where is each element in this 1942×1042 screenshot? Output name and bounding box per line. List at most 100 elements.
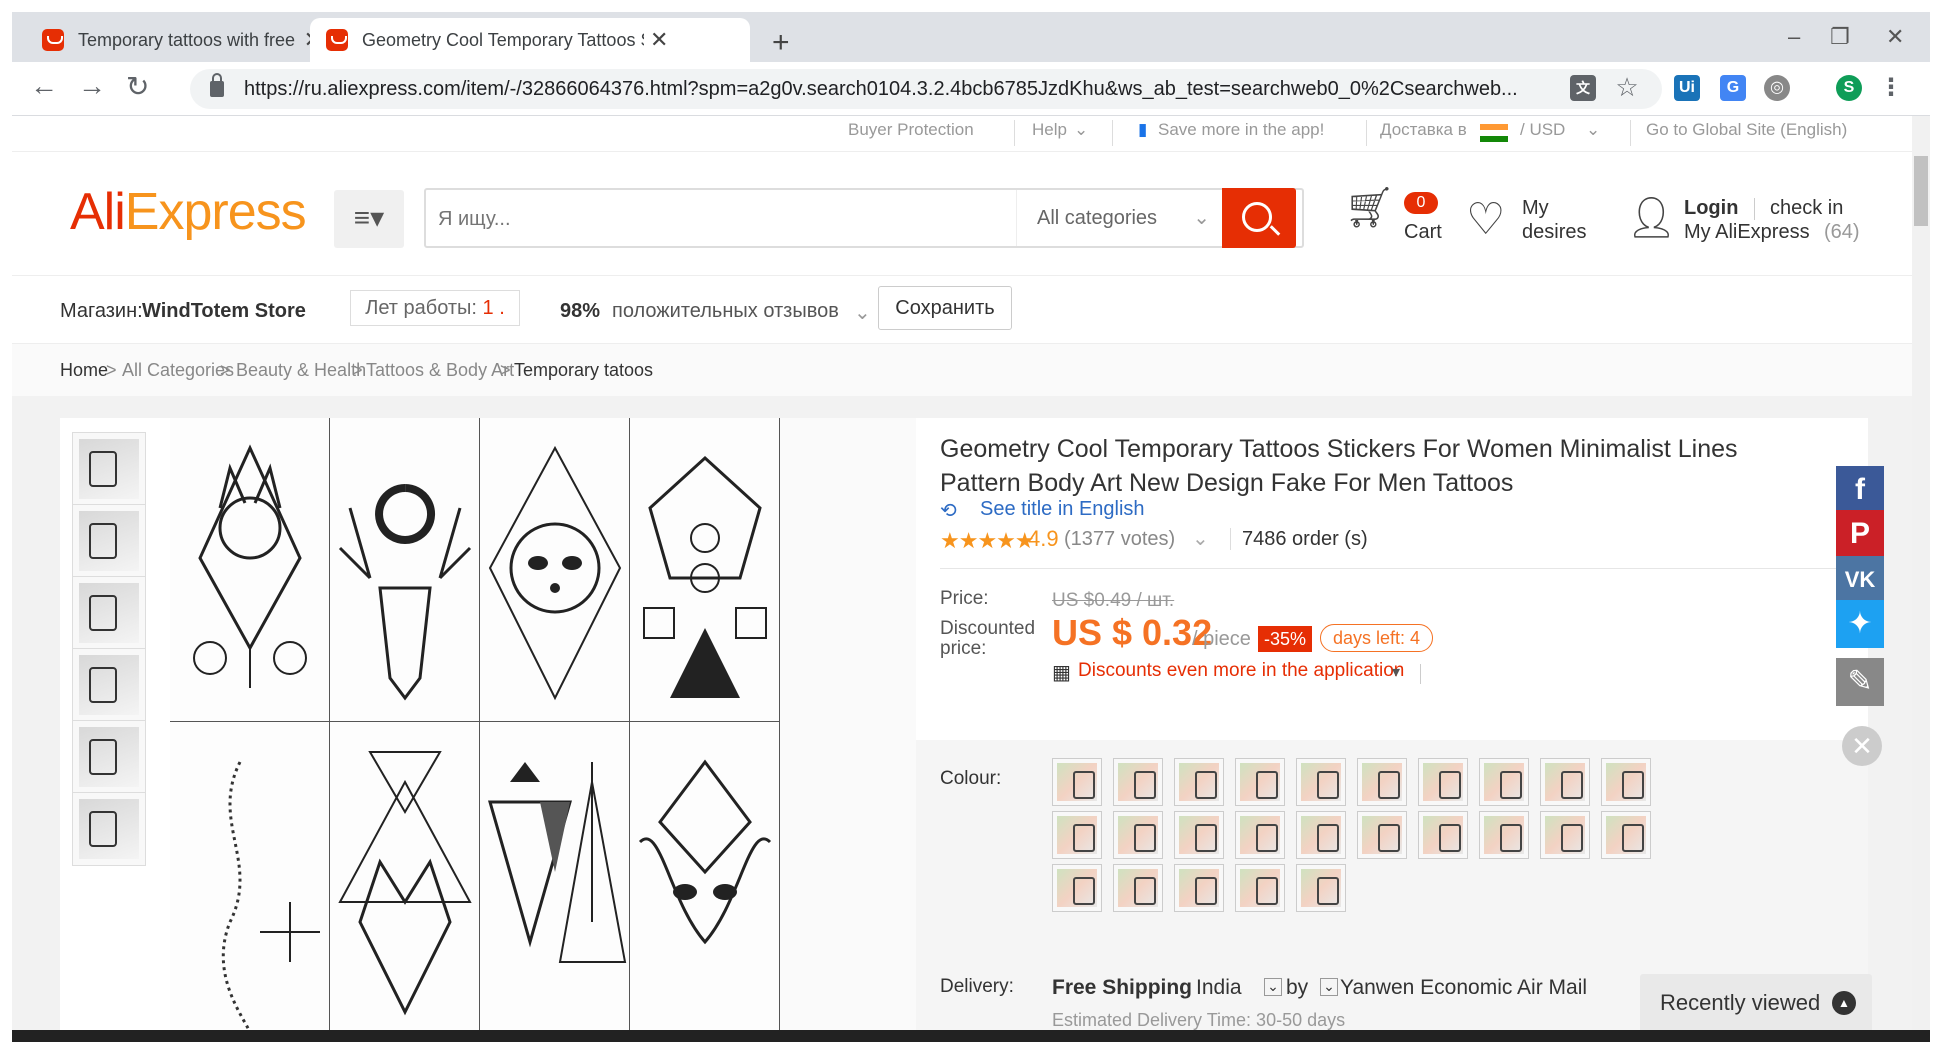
colour-swatch[interactable]	[1479, 811, 1529, 859]
translate-icon[interactable]: 文	[1570, 75, 1596, 101]
colour-swatch[interactable]	[1235, 811, 1285, 859]
login-link[interactable]: Login	[1684, 196, 1738, 220]
menu-dots-icon[interactable]: ⋮	[1878, 75, 1904, 101]
cart-icon[interactable]: 🛒︎	[1344, 188, 1395, 228]
delivery-label: Delivery:	[940, 976, 1014, 997]
breadcrumb-tattoos[interactable]: Tattoos & Body Art	[366, 360, 514, 381]
restore-icon[interactable]: ❐	[1830, 24, 1850, 50]
tattoo-geometry-image	[630, 418, 780, 722]
colour-swatch[interactable]	[1113, 864, 1163, 912]
colour-swatch[interactable]	[1296, 811, 1346, 859]
profile-avatar[interactable]: S	[1836, 75, 1862, 101]
positive-feedback-text[interactable]: положительных отзывов	[612, 300, 839, 323]
store-name-link[interactable]: WindTotem Store	[142, 300, 306, 323]
gallery-thumbnail[interactable]	[72, 792, 146, 866]
vk-share-icon[interactable]: VK	[1836, 556, 1884, 604]
close-tab-icon[interactable]: ✕	[650, 27, 668, 53]
colour-swatch[interactable]	[1601, 758, 1651, 806]
aliexpress-logo[interactable]: AliExpress	[70, 182, 307, 242]
colour-swatch[interactable]	[1052, 758, 1102, 806]
uipath-extension-icon[interactable]: Ui	[1674, 75, 1700, 101]
edit-pencil-icon[interactable]: ✎	[1836, 658, 1884, 706]
colour-swatch[interactable]	[1174, 864, 1224, 912]
close-window-icon[interactable]: ✕	[1886, 24, 1904, 50]
colour-swatch[interactable]	[1113, 811, 1163, 859]
colour-swatch[interactable]	[1540, 811, 1590, 859]
colour-swatch[interactable]	[1540, 758, 1590, 806]
app-discount-link[interactable]: Discounts even more in the application	[1078, 660, 1404, 682]
discounted-price-label-1: Discounted	[940, 618, 1036, 639]
colour-swatch[interactable]	[1235, 758, 1285, 806]
gallery-thumbnail[interactable]	[72, 576, 146, 650]
chevron-down-icon[interactable]: ⌄	[1264, 978, 1282, 996]
page-scrollbar[interactable]	[1912, 116, 1930, 1032]
wishlist-label-1[interactable]: My	[1522, 196, 1549, 220]
colour-swatch[interactable]	[1052, 811, 1102, 859]
colour-swatch[interactable]	[1296, 758, 1346, 806]
save-store-button[interactable]: Сохранить	[878, 286, 1012, 330]
shipping-country-select[interactable]: India	[1196, 976, 1242, 1000]
votes-link[interactable]: (1377 votes)	[1064, 528, 1175, 551]
back-icon[interactable]: ←	[30, 70, 58, 102]
minimize-icon[interactable]: –	[1788, 24, 1800, 50]
app-link[interactable]: Save more in the app!	[1158, 120, 1324, 140]
breadcrumb-all-categories[interactable]: All Categories	[122, 360, 234, 381]
colour-swatch[interactable]	[1174, 811, 1224, 859]
shipping-carrier-select[interactable]: Yanwen Economic Air Mail	[1340, 976, 1587, 1000]
global-site-link[interactable]: Go to Global Site (English)	[1646, 120, 1847, 140]
colour-swatch[interactable]	[1357, 758, 1407, 806]
colour-swatch[interactable]	[1174, 758, 1224, 806]
delivery-label[interactable]: Доставка в	[1380, 120, 1467, 140]
tattoo-skull-image	[630, 722, 780, 1032]
colour-swatch[interactable]	[1357, 811, 1407, 859]
scrollbar-thumb[interactable]	[1914, 156, 1928, 226]
colour-swatch[interactable]	[1418, 758, 1468, 806]
gallery-thumbnail[interactable]	[72, 648, 146, 722]
facebook-share-icon[interactable]: f	[1836, 466, 1884, 514]
gallery-thumbnail[interactable]	[72, 432, 146, 506]
cart-label[interactable]: Cart	[1404, 220, 1442, 244]
discount-badge: -35%	[1258, 626, 1313, 652]
user-icon[interactable]: 👤︎	[1626, 196, 1677, 240]
pinterest-share-icon[interactable]: P	[1836, 510, 1884, 558]
breadcrumb-beauty-health[interactable]: Beauty & Health	[236, 360, 366, 381]
search-input[interactable]	[438, 204, 998, 234]
wishlist-label-2[interactable]: desires	[1522, 220, 1586, 244]
new-tab-icon[interactable]: +	[772, 26, 790, 60]
breadcrumb-home[interactable]: Home	[60, 360, 108, 381]
colour-swatch[interactable]	[1601, 811, 1651, 859]
google-translate-icon[interactable]: G	[1720, 75, 1746, 101]
gallery-thumbnail[interactable]	[72, 504, 146, 578]
forward-icon[interactable]: →	[78, 70, 106, 102]
reload-icon[interactable]: ↻	[126, 70, 149, 103]
register-link[interactable]: check in	[1770, 196, 1843, 220]
recently-viewed-button[interactable]: Recently viewed ▲	[1640, 974, 1872, 1032]
top-strip: Buyer Protection Help ⌄ ▮ Save more in t…	[12, 116, 1912, 152]
help-link[interactable]: Help	[1032, 120, 1067, 140]
tattoo-panda-image	[480, 418, 630, 722]
product-main-image[interactable]	[170, 418, 916, 1032]
colour-swatch[interactable]	[1113, 758, 1163, 806]
currency-selector[interactable]: / USD	[1520, 120, 1565, 140]
chevron-down-icon[interactable]: ⌄	[1320, 978, 1338, 996]
my-aliexpress-link[interactable]: My AliExpress	[1684, 220, 1810, 244]
buyer-protection-link[interactable]: Buyer Protection	[848, 120, 974, 140]
address-bar[interactable]: https://ru.aliexpress.com/item/-/3286606…	[190, 69, 1662, 109]
colour-swatch[interactable]	[1235, 864, 1285, 912]
tab-geometry-tattoos[interactable]: Geometry Cool Temporary Tattoos Stickers…	[310, 18, 750, 62]
category-select[interactable]: All categories ⌄	[1016, 190, 1224, 246]
close-icon[interactable]: ✕	[1842, 726, 1882, 766]
tab-temporary-tattoos[interactable]: Temporary tattoos with free shipping ✕	[26, 18, 322, 62]
bookmark-star-icon[interactable]: ☆	[1614, 74, 1640, 101]
heart-icon[interactable]: ♡	[1466, 198, 1505, 242]
globe-icon[interactable]: ◎	[1764, 75, 1790, 101]
search-button[interactable]	[1222, 188, 1296, 248]
colour-swatch[interactable]	[1418, 811, 1468, 859]
colour-swatch[interactable]	[1296, 864, 1346, 912]
gallery-thumbnail[interactable]	[72, 720, 146, 794]
category-menu-button[interactable]: ≡▾	[334, 190, 404, 248]
twitter-share-icon[interactable]: ✦	[1836, 600, 1884, 648]
colour-swatch[interactable]	[1052, 864, 1102, 912]
see-title-english-link[interactable]: See title in English	[980, 498, 1145, 521]
colour-swatch[interactable]	[1479, 758, 1529, 806]
